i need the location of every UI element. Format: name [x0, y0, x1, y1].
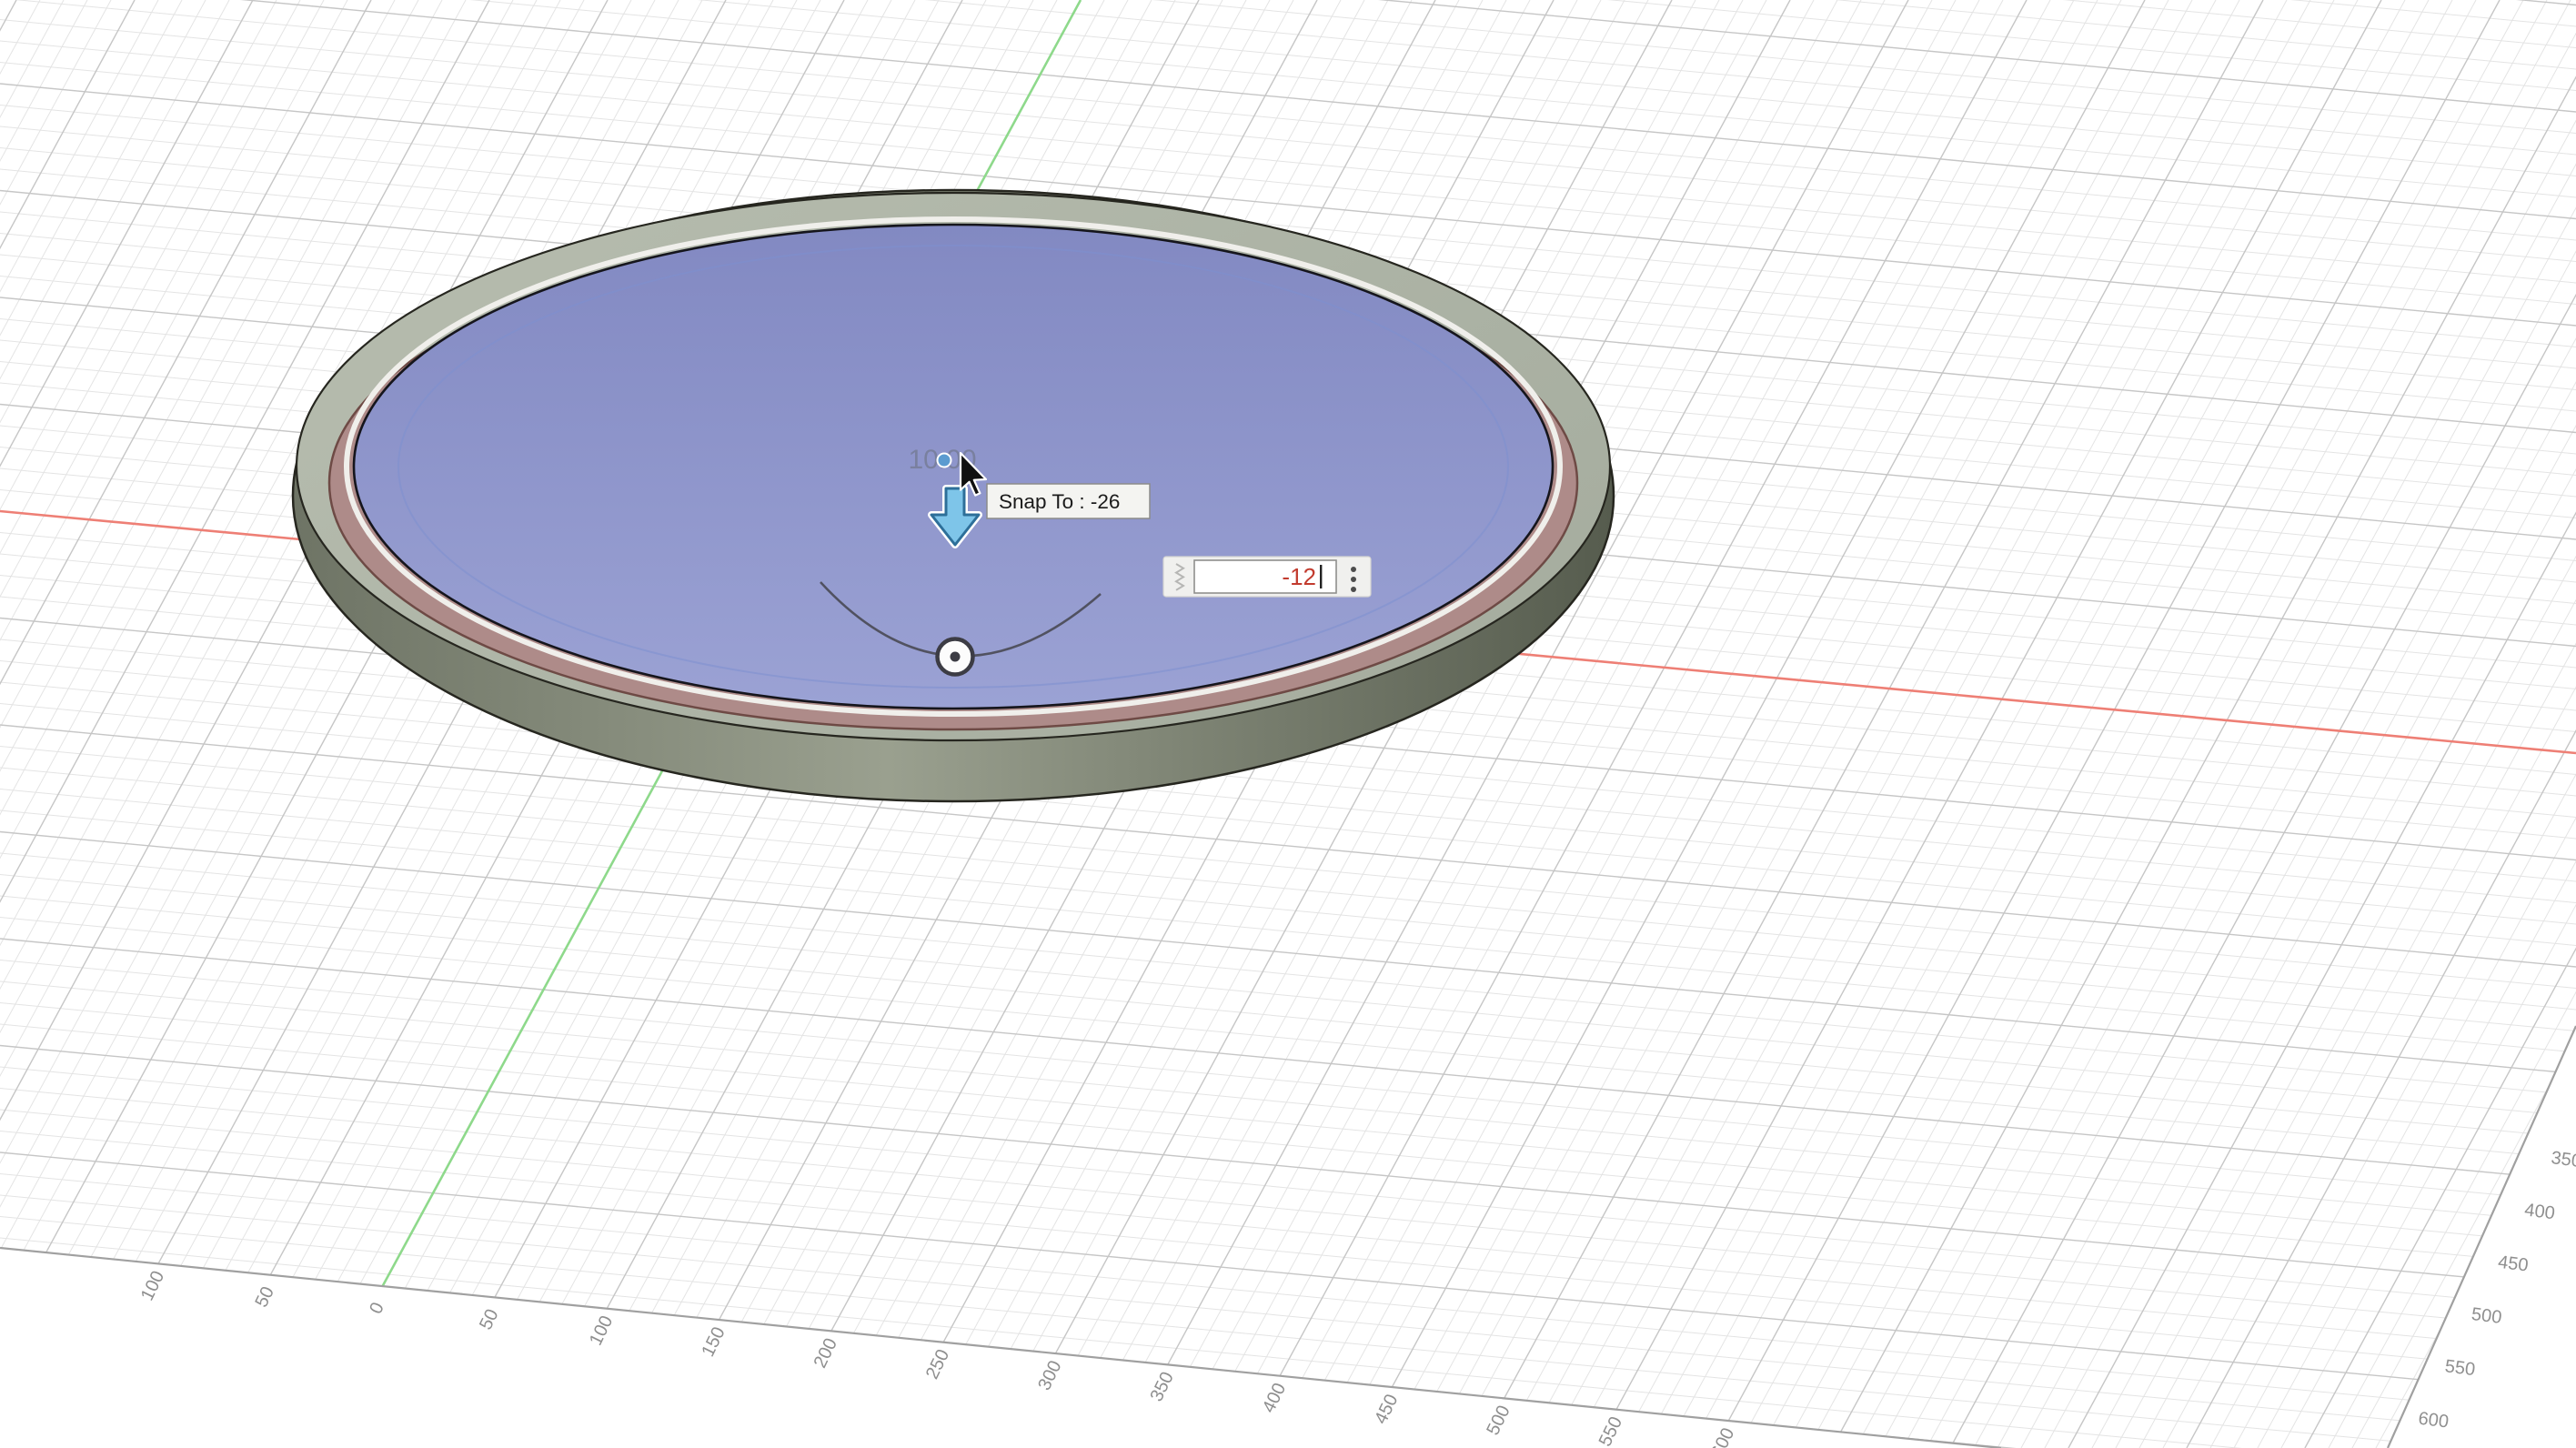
ruler-label-right: 600 [2417, 1409, 2450, 1433]
cad-3d-viewport[interactable]: 100 50 0 50 100 150 200 250 300 350 400 450 500 550 60… [0, 0, 2576, 1448]
ellipsis-menu-icon[interactable] [1351, 567, 1356, 592]
snap-tooltip: Snap To : -26 [986, 483, 1151, 519]
center-point-inner [950, 651, 961, 662]
ruler-label-right: 400 [2523, 1200, 2556, 1223]
drag-anchor-dot[interactable] [936, 452, 952, 468]
ruler-label-right: 500 [2470, 1304, 2503, 1328]
ruler-label-right: 450 [2497, 1252, 2530, 1276]
text-caret [1320, 565, 1323, 588]
ruler-label-right: 350 [2550, 1148, 2576, 1171]
dimension-value[interactable]: -12 [1282, 563, 1316, 590]
ruler-label-right: 550 [2444, 1356, 2477, 1380]
tooltip-label: Snap To : -26 [999, 490, 1120, 513]
manipulator-center-point[interactable] [935, 637, 975, 677]
dimension-input-widget[interactable]: -12 [1162, 556, 1372, 598]
